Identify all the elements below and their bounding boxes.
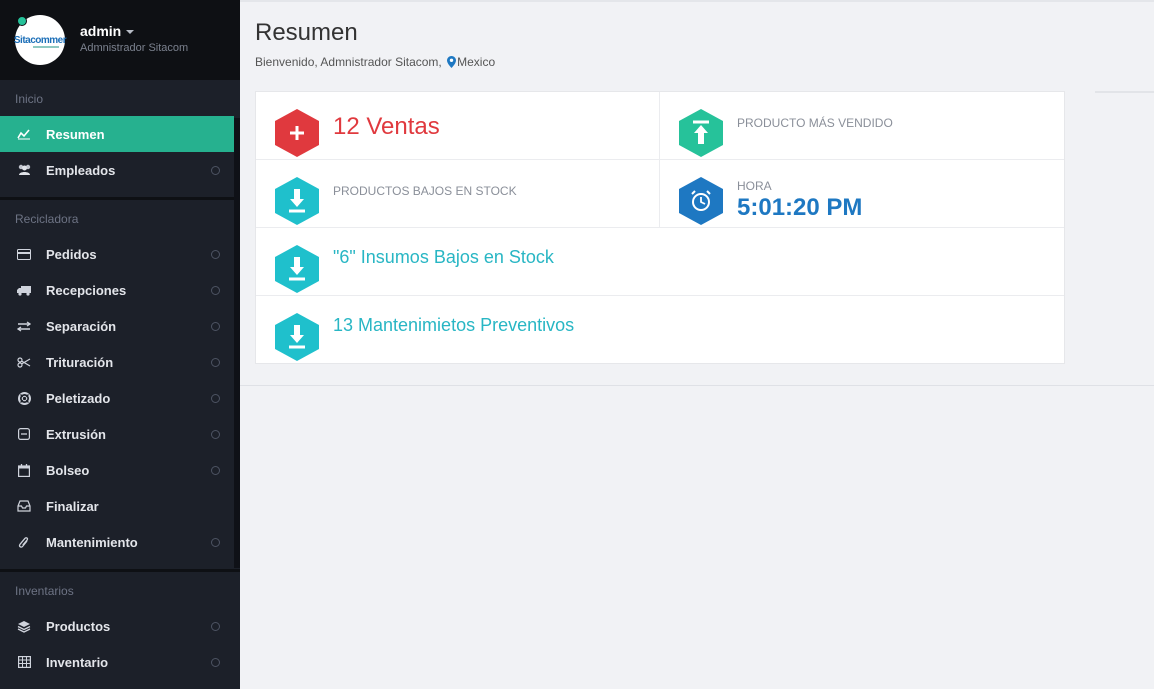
sidebar-item-label: Extrusión bbox=[46, 426, 106, 442]
credit-card-icon bbox=[16, 246, 32, 262]
divider bbox=[240, 385, 1154, 386]
sidebar-item-label: Peletizado bbox=[46, 390, 111, 406]
logo-underline bbox=[33, 46, 59, 48]
stat-mantenimientos[interactable]: 13 Mantenimietos Preventivos bbox=[256, 296, 1064, 364]
truck-icon bbox=[16, 282, 32, 298]
sidebar-item-resumen[interactable]: Resumen bbox=[0, 116, 234, 152]
sidebar-item-label: Trituración bbox=[46, 354, 114, 370]
sidebar-item-label: Mantenimiento bbox=[46, 534, 138, 550]
users-icon bbox=[16, 162, 32, 178]
map-marker-icon bbox=[447, 56, 457, 71]
circle-icon bbox=[211, 322, 220, 331]
circle-icon bbox=[211, 466, 220, 475]
stat-ventas[interactable]: 12 Ventas bbox=[256, 92, 660, 160]
sidebar-item-finalizar[interactable]: Finalizar bbox=[0, 488, 240, 524]
circle-icon bbox=[211, 166, 220, 175]
table-icon bbox=[16, 654, 32, 670]
download-icon bbox=[275, 177, 319, 225]
welcome-text: Bienvenido, Admnistrador Sitacom, bbox=[255, 55, 442, 69]
circle-icon bbox=[211, 538, 220, 547]
sidebar-item-pedidos[interactable]: Pedidos bbox=[0, 236, 240, 272]
username-dropdown[interactable]: admin bbox=[80, 23, 135, 39]
sidebar-item-label: Bolseo bbox=[46, 462, 90, 478]
sidebar: Sitacommer admin Admnistrador Sitacom In… bbox=[0, 0, 240, 689]
page-subtitle: Bienvenido, Admnistrador Sitacom, Mexico bbox=[255, 55, 495, 71]
caret-down-icon[interactable] bbox=[126, 30, 135, 35]
divider bbox=[1095, 91, 1154, 93]
sidebar-item-label: Recepciones bbox=[46, 282, 127, 298]
paperclip-icon bbox=[16, 534, 32, 550]
sidebar-item-empleados[interactable]: Empleados bbox=[0, 152, 240, 188]
top-border bbox=[240, 0, 1154, 2]
ventas-count: 12 Ventas bbox=[333, 113, 440, 140]
sidebar-item-label: Finalizar bbox=[46, 498, 99, 514]
sidebar-item-label: Pedidos bbox=[46, 246, 97, 262]
alarm-clock-icon bbox=[679, 177, 723, 225]
circle-icon bbox=[211, 394, 220, 403]
plus-icon bbox=[275, 109, 319, 157]
productos-bajos-label: PRODUCTOS BAJOS EN STOCK bbox=[333, 184, 517, 198]
circle-icon bbox=[211, 430, 220, 439]
stat-hora: HORA 5:01:20 PM bbox=[660, 160, 1064, 228]
section-title-recicladora: Recicladora bbox=[15, 212, 79, 226]
sidebar-item-label: Inventario bbox=[46, 654, 109, 670]
section-title-inventarios: Inventarios bbox=[15, 584, 74, 598]
summary-panel: 12 Ventas PRODUCTO MÁS VENDIDO PRODUCTOS… bbox=[255, 91, 1065, 364]
download-icon bbox=[275, 245, 319, 293]
sidebar-item-label: Productos bbox=[46, 618, 111, 634]
location-text: Mexico bbox=[457, 55, 496, 69]
sidebar-item-mantenimiento[interactable]: Mantenimiento bbox=[0, 524, 240, 560]
circle-icon bbox=[211, 250, 220, 259]
page-title: Resumen bbox=[255, 19, 358, 46]
hora-label: HORA bbox=[737, 179, 772, 193]
section-title-inicio: Inicio bbox=[15, 92, 44, 106]
circle-icon bbox=[211, 358, 220, 367]
stat-productos-bajos[interactable]: PRODUCTOS BAJOS EN STOCK bbox=[256, 160, 660, 228]
sidebar-item-extrusion[interactable]: Extrusión bbox=[0, 416, 240, 452]
sidebar-item-recepciones[interactable]: Recepciones bbox=[0, 272, 240, 308]
sidebar-item-trituracion[interactable]: Trituración bbox=[0, 344, 240, 380]
main-content: Resumen Bienvenido, Admnistrador Sitacom… bbox=[240, 0, 1154, 689]
online-status-dot bbox=[17, 16, 27, 26]
sidebar-item-bolseo[interactable]: Bolseo bbox=[0, 452, 240, 488]
sidebar-item-label: Separación bbox=[46, 318, 117, 334]
download-icon bbox=[275, 313, 319, 361]
sidebar-item-inventario[interactable]: Inventario bbox=[0, 644, 240, 680]
sidebar-item-productos[interactable]: Productos bbox=[0, 608, 240, 644]
layers-icon bbox=[16, 618, 32, 634]
scissors-icon bbox=[16, 354, 32, 370]
mantenimientos-text: 13 Mantenimietos Preventivos bbox=[333, 315, 575, 335]
insumos-text: "6" Insumos Bajos en Stock bbox=[333, 247, 554, 267]
hora-value: 5:01:20 PM bbox=[737, 194, 863, 221]
stat-producto-mas-vendido[interactable]: PRODUCTO MÁS VENDIDO bbox=[660, 92, 1064, 160]
minus-box-icon bbox=[16, 426, 32, 442]
stat-insumos[interactable]: "6" Insumos Bajos en Stock bbox=[256, 228, 1064, 296]
circle-icon bbox=[211, 658, 220, 667]
circle-icon bbox=[211, 622, 220, 631]
sidebar-item-label: Resumen bbox=[46, 126, 105, 142]
producto-mas-vendido-label: PRODUCTO MÁS VENDIDO bbox=[737, 116, 893, 130]
circle-icon bbox=[211, 286, 220, 295]
user-profile: Sitacommer admin Admnistrador Sitacom bbox=[0, 0, 240, 80]
sidebar-item-label: Empleados bbox=[46, 162, 116, 178]
user-role: Admnistrador Sitacom bbox=[80, 42, 189, 54]
sidebar-item-peletizado[interactable]: Peletizado bbox=[0, 380, 240, 416]
inbox-icon bbox=[16, 498, 32, 514]
chart-line-icon bbox=[16, 126, 32, 142]
life-ring-icon bbox=[16, 390, 32, 406]
username[interactable]: admin bbox=[80, 23, 121, 39]
upload-icon bbox=[679, 109, 723, 157]
transfer-icon bbox=[16, 318, 32, 334]
logo-text: Sitacommer bbox=[13, 34, 67, 46]
sidebar-item-separacion[interactable]: Separación bbox=[0, 308, 240, 344]
calendar-icon bbox=[16, 462, 32, 478]
